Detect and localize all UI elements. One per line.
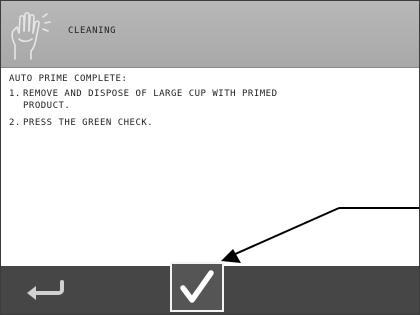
back-button[interactable] <box>16 276 72 304</box>
footer-bar <box>1 262 419 314</box>
step-text: PRESS THE GREEN CHECK. <box>23 118 154 128</box>
cleaning-screen: CLEANING AUTO PRIME COMPLETE: 1. REMOVE … <box>0 0 420 315</box>
step-text: REMOVE AND DISPOSE OF LARGE CUP WITH PRI… <box>23 89 278 111</box>
instruction-step: 2. PRESS THE GREEN CHECK. <box>9 117 409 129</box>
instructions-heading: AUTO PRIME COMPLETE: <box>9 74 128 84</box>
check-icon <box>180 270 214 303</box>
instructions-panel: AUTO PRIME COMPLETE: 1. REMOVE AND DISPO… <box>9 73 409 134</box>
instruction-step: 1. REMOVE AND DISPOSE OF LARGE CUP WITH … <box>9 88 409 112</box>
confirm-check-button[interactable] <box>170 262 224 312</box>
page-title: CLEANING <box>68 26 117 36</box>
step-number: 2. <box>9 118 21 128</box>
cleaning-hand-icon <box>11 11 51 60</box>
header-bar: CLEANING <box>1 1 419 68</box>
step-number: 1. <box>9 89 21 99</box>
back-arrow-icon <box>27 280 64 300</box>
